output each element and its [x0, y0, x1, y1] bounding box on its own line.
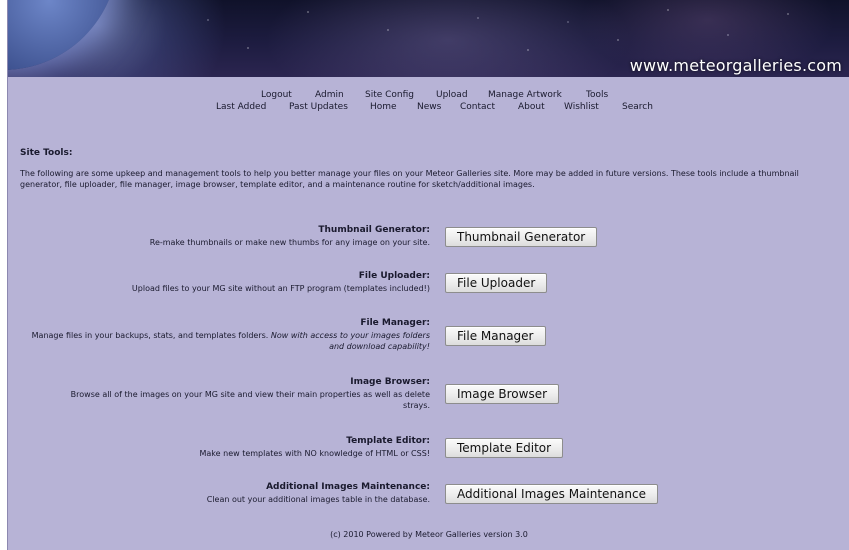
site-banner: www.meteorgalleries.com: [8, 0, 849, 77]
section-title: Site Tools:: [20, 148, 73, 158]
nav-past-updates[interactable]: Past Updates: [289, 102, 348, 112]
nav-home[interactable]: Home: [370, 102, 397, 112]
tool-desc-file-manager-note: Now with access to your images folders a…: [270, 331, 430, 351]
nav-upload[interactable]: Upload: [436, 90, 468, 100]
thumbnail-generator-button[interactable]: Thumbnail Generator: [445, 227, 598, 247]
tool-desc-template-editor: Make new templates with NO knowledge of …: [199, 449, 431, 458]
tool-title-file-manager: File Manager:: [360, 318, 430, 328]
tool-title-file-uploader: File Uploader:: [358, 271, 430, 281]
nav-tools[interactable]: Tools: [586, 90, 608, 100]
nav-site-config[interactable]: Site Config: [365, 90, 414, 100]
template-editor-button[interactable]: Template Editor: [445, 438, 564, 458]
nav-contact[interactable]: Contact: [460, 102, 495, 112]
nav-news[interactable]: News: [417, 102, 441, 112]
tool-desc-file-manager: Manage files in your backups, stats, and…: [18, 330, 430, 352]
site-url: www.meteorgalleries.com: [629, 56, 842, 75]
tool-title-additional-images-maintenance: Additional Images Maintenance:: [266, 482, 430, 492]
tool-desc-thumbnail-generator: Re-make thumbnails or make new thumbs fo…: [149, 238, 430, 247]
intro-text: The following are some upkeep and manage…: [20, 169, 799, 189]
file-uploader-button[interactable]: File Uploader: [445, 273, 548, 293]
nav-search[interactable]: Search: [622, 102, 653, 112]
tool-desc-file-uploader: Upload files to your MG site without an …: [131, 284, 430, 293]
tool-desc-file-manager-text: Manage files in your backups, stats, and…: [31, 331, 269, 340]
nav-about[interactable]: About: [518, 102, 545, 112]
file-manager-button[interactable]: File Manager: [445, 326, 546, 346]
nav-admin[interactable]: Admin: [315, 90, 344, 100]
tool-title-template-editor: Template Editor:: [346, 436, 430, 446]
footer-text: (c) 2010 Powered by Meteor Galleries ver…: [330, 530, 528, 539]
tool-desc-image-browser: Browse all of the images on your MG site…: [70, 390, 430, 410]
image-browser-button[interactable]: Image Browser: [445, 384, 560, 404]
nav-logout[interactable]: Logout: [261, 90, 292, 100]
page-frame: www.meteorgalleries.com Logout Admin Sit…: [7, 0, 849, 550]
tool-desc-additional-images-maintenance: Clean out your additional images table i…: [206, 495, 430, 504]
tool-title-image-browser: Image Browser:: [350, 377, 430, 387]
additional-images-maintenance-button[interactable]: Additional Images Maintenance: [445, 484, 658, 504]
nav-manage-artwork[interactable]: Manage Artwork: [488, 90, 562, 100]
nav-last-added[interactable]: Last Added: [216, 102, 266, 112]
nav-wishlist[interactable]: Wishlist: [564, 102, 599, 112]
tool-title-thumbnail-generator: Thumbnail Generator:: [318, 225, 430, 235]
